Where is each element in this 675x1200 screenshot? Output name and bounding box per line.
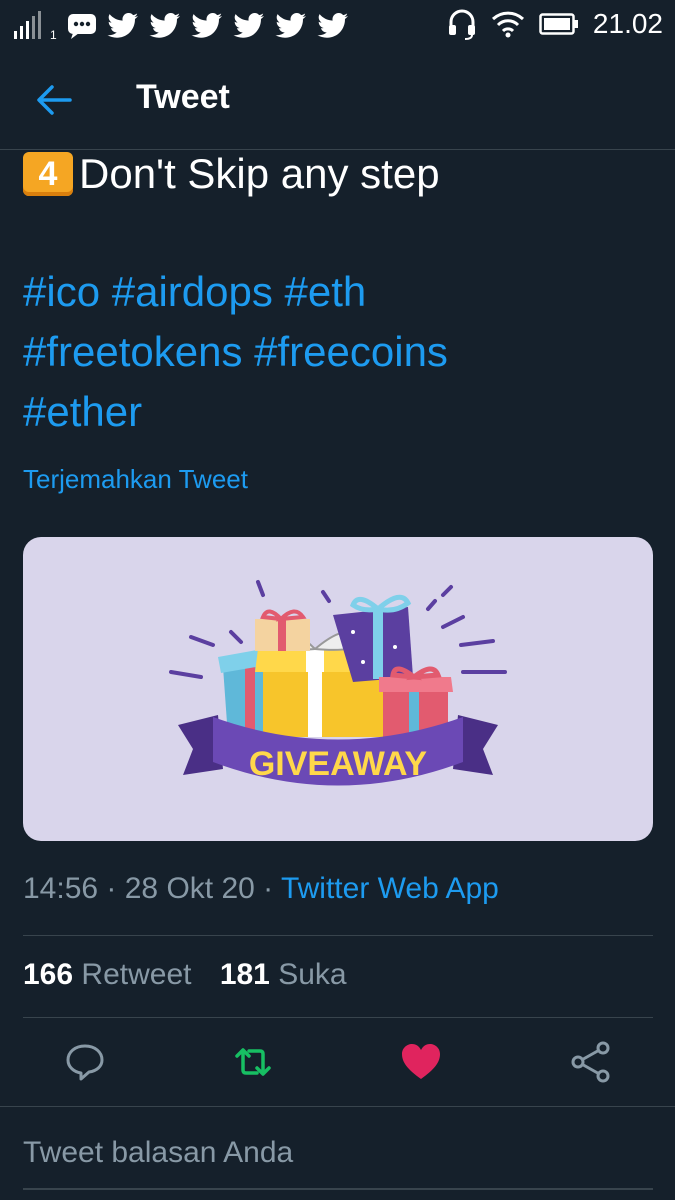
retweet-count: 166 — [23, 958, 74, 991]
like-count: 181 — [219, 958, 270, 991]
like-heart-icon[interactable] — [399, 1040, 443, 1084]
reply-icon[interactable] — [63, 1040, 107, 1084]
hashtag-link[interactable]: #eth — [285, 268, 367, 315]
giveaway-banner-text: GIVEAWAY — [249, 745, 428, 783]
signal-icon — [14, 11, 41, 39]
meta-separator: · — [263, 872, 281, 905]
back-arrow-icon[interactable] — [34, 80, 74, 120]
twitter-bird-icon — [149, 13, 180, 38]
tweet-source-link[interactable]: Twitter Web App — [281, 872, 499, 905]
retweet-icon[interactable] — [231, 1040, 275, 1084]
reply-input-underline — [23, 1188, 653, 1190]
clock: 21.02 — [592, 8, 663, 39]
hashtag-link[interactable]: #ether — [23, 388, 142, 435]
tweet-image[interactable]: GIVEAWAY — [23, 537, 653, 841]
twitter-bird-icon — [233, 13, 264, 38]
twitter-bird-icon — [191, 13, 222, 38]
page-title: Tweet — [136, 78, 230, 116]
status-right: 21.02 — [447, 8, 663, 40]
tweet-actions — [23, 1040, 653, 1090]
tweet-time: 14:56 — [23, 872, 99, 905]
share-icon[interactable] — [569, 1040, 613, 1084]
sim-label: 1 — [50, 28, 57, 42]
twitter-bird-icon — [107, 13, 138, 38]
retweet-label: Retweet — [81, 958, 192, 991]
hashtag-link[interactable]: #airdops — [112, 268, 273, 315]
twitter-bird-icon — [317, 13, 348, 38]
hashtag-list: #ico #airdops #eth #freetokens #freecoin… — [23, 262, 653, 442]
reply-input[interactable]: Tweet balasan Anda — [23, 1136, 293, 1170]
tweet-stats: 166 Retweet 181 Suka — [23, 958, 367, 992]
chat-bubble-icon — [67, 14, 96, 39]
status-bar: 1 21.02 — [0, 0, 675, 50]
translate-tweet-link[interactable]: Terjemahkan Tweet — [23, 464, 248, 495]
battery-icon — [539, 13, 578, 35]
twitter-bird-icon — [275, 13, 306, 38]
divider — [23, 1017, 653, 1018]
hashtag-link[interactable]: #freetokens — [23, 328, 242, 375]
like-label: Suka — [278, 958, 347, 991]
wifi-icon — [491, 11, 524, 38]
striped-gift — [255, 609, 310, 651]
hashtag-link[interactable]: #ico — [23, 268, 100, 315]
meta-separator: · — [106, 872, 125, 905]
divider — [23, 935, 653, 936]
headset-icon — [448, 9, 475, 40]
giveaway-illustration: GIVEAWAY — [169, 580, 507, 786]
status-left: 1 — [14, 10, 349, 42]
tweet-text: Don't Skip any step — [79, 150, 440, 197]
tweet-date: 28 Okt 20 — [124, 872, 255, 905]
hashtag-link[interactable]: #freecoins — [254, 328, 448, 375]
keycap-digit-emoji: 4 — [23, 152, 73, 196]
header-bar: Tweet — [0, 50, 675, 150]
tweet-text-line: 4 Don't Skip any step — [23, 150, 440, 198]
retweet-count-link[interactable]: 166 Retweet — [23, 958, 200, 991]
divider — [0, 1106, 675, 1107]
tweet-meta: 14:56 · 28 Okt 20 · Twitter Web App — [23, 872, 499, 906]
like-count-link[interactable]: 181 Suka — [220, 958, 347, 991]
